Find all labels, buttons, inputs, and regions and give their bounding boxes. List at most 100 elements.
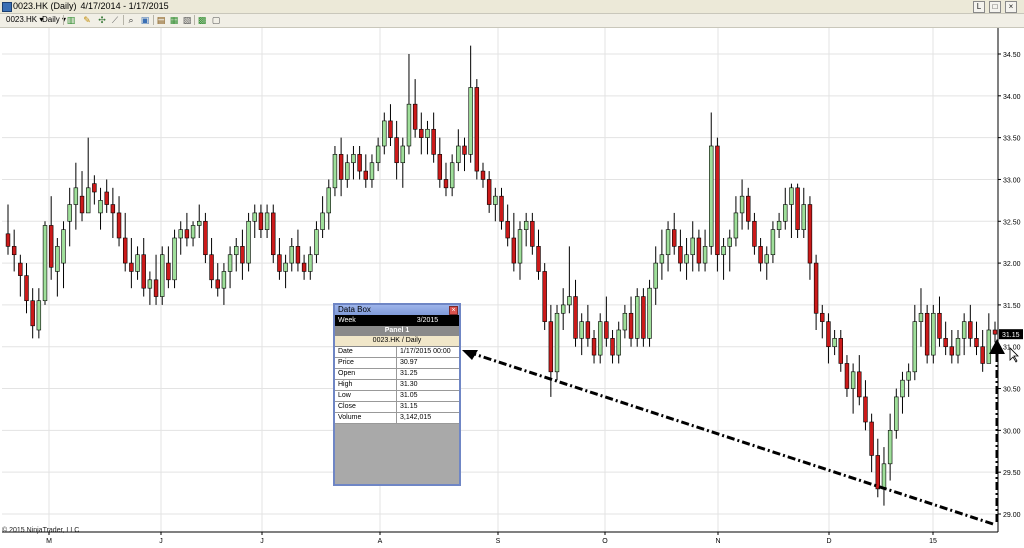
up-candle-body bbox=[73, 187, 79, 205]
indicator-icon[interactable]: ▤ bbox=[156, 15, 166, 25]
properties-icon[interactable]: ▣ bbox=[140, 15, 150, 25]
candle bbox=[474, 79, 480, 180]
week-value: 3/2015 bbox=[416, 317, 439, 324]
candle bbox=[560, 288, 566, 330]
save-icon[interactable]: ▩ bbox=[197, 15, 207, 25]
candle bbox=[628, 296, 634, 347]
row-label: Date bbox=[335, 347, 397, 357]
row-value: 31.30 bbox=[400, 381, 418, 388]
up-candle-body bbox=[616, 329, 621, 356]
link-button[interactable]: L bbox=[973, 1, 985, 13]
candle bbox=[227, 246, 233, 289]
up-candle-body bbox=[789, 187, 794, 205]
row-label: Volume bbox=[335, 413, 397, 423]
candle bbox=[338, 137, 344, 197]
candle bbox=[912, 304, 918, 381]
instrument-header: 0023.HK / Daily bbox=[335, 336, 459, 347]
candle bbox=[610, 330, 615, 364]
candle bbox=[215, 263, 220, 297]
title-symbol: 0023.HK (Daily) bbox=[13, 1, 77, 11]
candle bbox=[869, 413, 874, 473]
data-box-row: Close 31.15 bbox=[335, 402, 459, 413]
candle bbox=[332, 146, 338, 197]
strategy-icon[interactable]: ▦ bbox=[169, 15, 179, 25]
candle bbox=[129, 238, 134, 289]
instrument-selector[interactable]: 0023.HK ▾ bbox=[6, 15, 43, 25]
candle bbox=[715, 137, 720, 272]
close-icon[interactable]: × bbox=[449, 306, 458, 315]
y-tick-label: 34.50 bbox=[1003, 52, 1021, 59]
row-label: Open bbox=[335, 369, 397, 379]
data-box-window[interactable]: Data Box × Week 3/2015 Panel 1 0023.HK /… bbox=[333, 303, 461, 486]
candle bbox=[431, 112, 436, 163]
down-candle-body bbox=[394, 137, 399, 164]
candle bbox=[733, 196, 739, 247]
up-candle-body bbox=[955, 338, 961, 356]
down-candle-body bbox=[696, 237, 702, 264]
zoom-icon[interactable]: ⌕ bbox=[126, 15, 136, 25]
up-candle-body bbox=[42, 225, 48, 302]
crosshair-icon[interactable]: ✣ bbox=[97, 15, 107, 25]
down-candle-body bbox=[203, 220, 208, 256]
up-candle-body bbox=[400, 145, 406, 164]
candle bbox=[690, 221, 695, 272]
up-candle-body bbox=[55, 246, 60, 272]
price-chart[interactable]: 34.5034.0033.5033.0032.5032.0031.5031.00… bbox=[0, 28, 1024, 548]
data-box-icon[interactable]: ▧ bbox=[182, 15, 192, 25]
candle bbox=[826, 313, 831, 364]
print-icon[interactable]: ▢ bbox=[211, 15, 221, 25]
up-candle-body bbox=[721, 246, 726, 256]
up-candle-body bbox=[560, 304, 566, 314]
candle bbox=[197, 204, 202, 238]
data-box-title-bar[interactable]: Data Box × bbox=[335, 305, 459, 315]
candle bbox=[530, 212, 535, 255]
candle bbox=[425, 120, 430, 155]
up-candle-body bbox=[597, 321, 603, 356]
candle bbox=[653, 246, 658, 305]
up-candle-body bbox=[567, 296, 572, 306]
close-button[interactable]: × bbox=[1005, 1, 1017, 13]
data-box-row: Volume 3,142,015 bbox=[335, 413, 459, 424]
up-candle-body bbox=[314, 229, 319, 256]
down-candle-body bbox=[122, 237, 128, 264]
candle bbox=[924, 304, 930, 364]
candle bbox=[443, 162, 449, 197]
candle bbox=[363, 154, 368, 188]
candle bbox=[536, 229, 541, 280]
candle bbox=[986, 313, 992, 364]
up-candle-body bbox=[351, 154, 356, 164]
title-range: 4/17/2014 - 1/17/2015 bbox=[80, 1, 169, 11]
up-candle-body bbox=[709, 145, 714, 247]
down-candle-body bbox=[795, 187, 800, 230]
candle bbox=[141, 238, 146, 297]
pencil-icon[interactable]: ✎ bbox=[82, 15, 92, 25]
x-tick-label: O bbox=[602, 538, 608, 545]
chart-style-icon[interactable]: ▥ bbox=[66, 15, 76, 25]
toolbar-separator bbox=[153, 15, 154, 25]
down-candle-body bbox=[875, 455, 881, 490]
maximize-button[interactable]: □ bbox=[989, 1, 1001, 13]
up-candle-body bbox=[283, 262, 288, 272]
candle bbox=[739, 179, 745, 230]
candle bbox=[345, 154, 350, 188]
down-candle-body bbox=[715, 145, 720, 256]
up-candle-body bbox=[425, 128, 430, 138]
copyright-notice: © 2015 NinjaTrader, LLC bbox=[2, 527, 80, 534]
up-candle-body bbox=[456, 145, 461, 164]
drawing-tool-icon[interactable]: ⟋ bbox=[110, 15, 120, 25]
candle bbox=[147, 271, 153, 305]
candle bbox=[36, 288, 42, 339]
down-candle-body bbox=[141, 254, 146, 289]
up-candle-body bbox=[622, 312, 628, 331]
up-candle-body bbox=[320, 212, 325, 230]
down-candle-body bbox=[79, 195, 85, 214]
candle bbox=[172, 229, 177, 289]
up-candle-body bbox=[961, 321, 967, 339]
x-tick-label: N bbox=[715, 538, 720, 545]
up-candle-body bbox=[659, 254, 665, 264]
down-candle-body bbox=[628, 312, 634, 339]
up-candle-body bbox=[98, 200, 103, 214]
candle bbox=[585, 304, 591, 347]
up-candle-body bbox=[776, 220, 782, 230]
down-candle-body bbox=[209, 254, 214, 281]
